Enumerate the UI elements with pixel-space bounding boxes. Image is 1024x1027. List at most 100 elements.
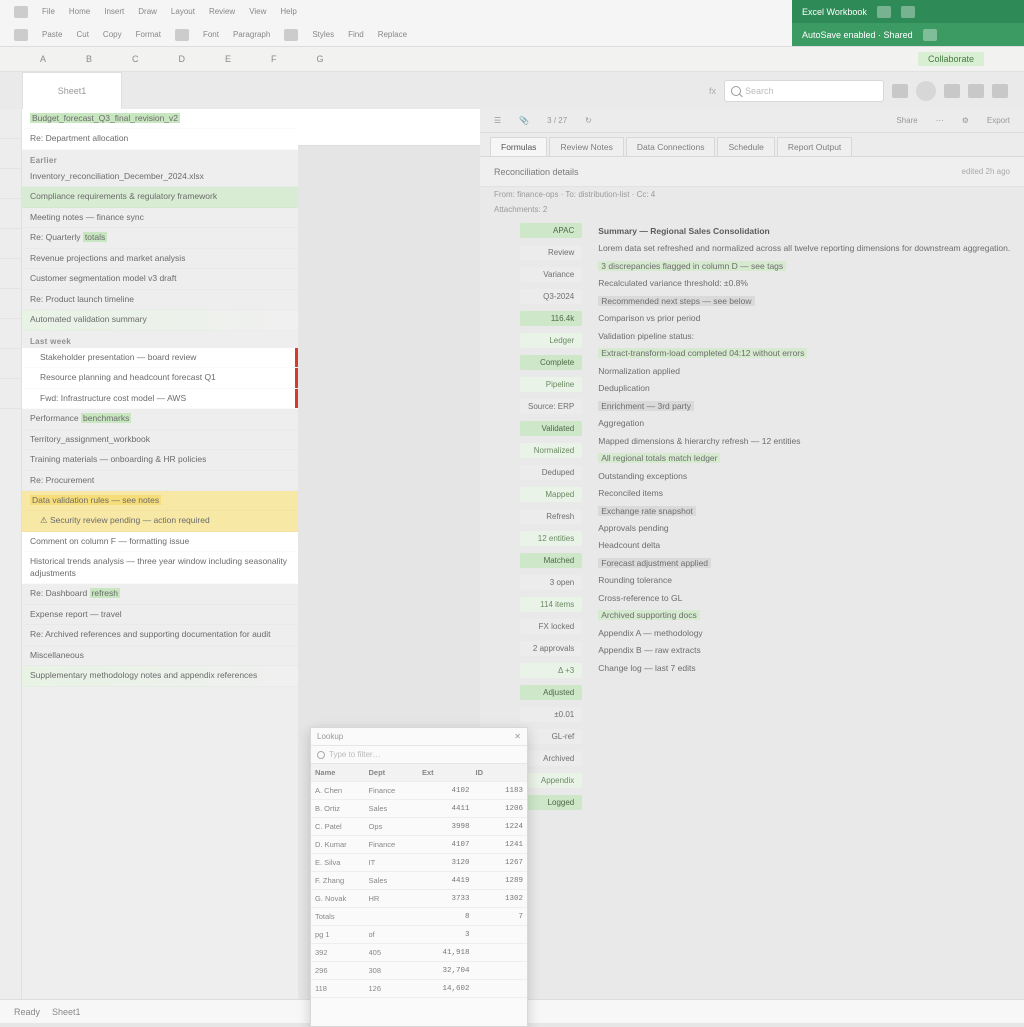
tag-chip[interactable]: Normalized (520, 443, 582, 458)
ribbon-cmd[interactable]: Copy (103, 30, 122, 39)
popup-row[interactable]: G. NovakHR37331302 (311, 890, 527, 908)
list-item[interactable]: Historical trends analysis — three year … (22, 552, 298, 584)
list-item[interactable]: Performance benchmarks (22, 409, 298, 429)
popup-row[interactable]: E. SilvaIT31201267 (311, 854, 527, 872)
col-header[interactable]: A (40, 54, 46, 64)
list-item[interactable]: Re: Archived references and supporting d… (22, 625, 298, 645)
tag-chip[interactable]: Appendix (520, 773, 582, 788)
close-icon[interactable]: ✕ (514, 732, 521, 741)
list-item[interactable]: Territory_assignment_workbook (22, 430, 298, 450)
detail-tab[interactable]: Report Output (777, 137, 852, 156)
popup-row[interactable]: B. OrtizSales44111206 (311, 800, 527, 818)
tag-chip[interactable]: Pipeline (520, 377, 582, 392)
ribbon-tab[interactable]: Help (280, 7, 296, 16)
list-item[interactable]: Data validation rules — see notes (22, 491, 298, 511)
ribbon-cmd[interactable]: Paragraph (233, 30, 270, 39)
list-item[interactable]: Inventory_reconciliation_December_2024.x… (22, 167, 298, 187)
detail-tab[interactable]: Data Connections (626, 137, 716, 156)
tag-chip[interactable]: Complete (520, 355, 582, 370)
sheet-tab[interactable]: Sheet1 (22, 72, 122, 109)
popup-row[interactable]: Totals87 (311, 908, 527, 926)
ribbon-tab[interactable]: Review (209, 7, 235, 16)
detail-tab[interactable]: Formulas (490, 137, 547, 156)
list-item[interactable]: Budget_forecast_Q3_final_revision_v2 (22, 109, 298, 129)
ribbon-cmd[interactable]: Styles (312, 30, 334, 39)
collaborate-tab[interactable]: Collaborate (918, 52, 984, 66)
popup-row[interactable]: C. PatelOps39981224 (311, 818, 527, 836)
list-item[interactable]: Supplementary methodology notes and appe… (22, 666, 298, 686)
share-button[interactable]: Share (896, 116, 917, 125)
ribbon-tab[interactable]: Draw (138, 7, 157, 16)
tag-chip[interactable]: 114 items (520, 597, 582, 612)
popup-row[interactable]: pg 1of3 (311, 926, 527, 944)
settings-icon[interactable] (968, 84, 984, 98)
styles-icon[interactable] (284, 29, 298, 41)
list-item[interactable]: Meeting notes — finance sync (22, 208, 298, 228)
autosave-icon[interactable] (877, 6, 891, 18)
list-item[interactable]: Re: Quarterly totals (22, 228, 298, 248)
tag-chip[interactable]: Matched (520, 553, 582, 568)
tag-chip[interactable]: 116.4k (520, 311, 582, 326)
list-item[interactable]: Compliance requirements & regulatory fra… (22, 187, 298, 207)
refresh-icon[interactable]: ↻ (585, 116, 592, 125)
list-item[interactable]: Re: Department allocation (22, 129, 298, 149)
tag-chip[interactable]: Archived (520, 751, 582, 766)
popup-header-cell[interactable]: Dept (369, 768, 417, 777)
tag-chip[interactable]: APAC (520, 223, 582, 238)
list-item[interactable]: Resource planning and headcount forecast… (22, 368, 298, 388)
ribbon-cmd[interactable]: Cut (76, 30, 88, 39)
list-item[interactable]: Re: Procurement (22, 471, 298, 491)
avatar[interactable] (916, 81, 936, 101)
paste-icon[interactable] (14, 29, 28, 41)
list-item[interactable]: Miscellaneous (22, 646, 298, 666)
popup-row[interactable]: 39240541,918 (311, 944, 527, 962)
list-item[interactable]: Re: Dashboard refresh (22, 584, 298, 604)
list-item[interactable]: Revenue projections and market analysis (22, 249, 298, 269)
list-item[interactable]: Comment on column F — formatting issue (22, 532, 298, 552)
ribbon-tab[interactable]: Home (69, 7, 90, 16)
popup-row[interactable]: D. KumarFinance41071241 (311, 836, 527, 854)
list-item[interactable]: Training materials — onboarding & HR pol… (22, 450, 298, 470)
sync-icon[interactable] (923, 29, 937, 41)
ribbon-tab[interactable]: File (42, 7, 55, 16)
tag-chip[interactable]: Δ +3 (520, 663, 582, 678)
attachment-icon[interactable]: 📎 (519, 116, 529, 125)
tag-chip[interactable]: Validated (520, 421, 582, 436)
tag-chip[interactable]: FX locked (520, 619, 582, 634)
tag-chip[interactable]: Deduped (520, 465, 582, 480)
lookup-popup[interactable]: Lookup ✕ Type to filter… NameDeptExtIDA.… (310, 727, 528, 1027)
search-input[interactable]: Search (724, 80, 884, 102)
export-button[interactable]: Export (987, 116, 1010, 125)
ribbon-cmd[interactable]: Paste (42, 30, 62, 39)
list-item[interactable]: Customer segmentation model v3 draft (22, 269, 298, 289)
detail-tab[interactable]: Review Notes (549, 137, 623, 156)
ribbon-cmd[interactable]: Format (136, 30, 161, 39)
share-icon[interactable] (901, 6, 915, 18)
menu-icon[interactable]: ☰ (494, 116, 501, 125)
tag-chip[interactable]: Variance (520, 267, 582, 282)
col-header[interactable]: E (225, 54, 231, 64)
popup-row[interactable]: 11812614,602 (311, 980, 527, 998)
tag-chip[interactable]: 12 entities (520, 531, 582, 546)
gear-icon[interactable]: ⚙ (962, 116, 969, 125)
tag-chip[interactable]: Ledger (520, 333, 582, 348)
popup-header-cell[interactable]: Name (315, 768, 363, 777)
col-header[interactable]: F (271, 54, 277, 64)
ribbon-tab[interactable]: View (249, 7, 266, 16)
ribbon-tab[interactable]: Insert (104, 7, 124, 16)
help-icon[interactable] (992, 84, 1008, 98)
popup-header-cell[interactable]: ID (476, 768, 524, 777)
popup-search-input[interactable]: Type to filter… (329, 750, 381, 759)
tag-chip[interactable]: 2 approvals (520, 641, 582, 656)
tag-chip[interactable]: Logged (520, 795, 582, 810)
tag-chip[interactable]: Mapped (520, 487, 582, 502)
tag-chip[interactable]: Review (520, 245, 582, 260)
ribbon-cmd[interactable]: Replace (378, 30, 407, 39)
popup-row[interactable]: F. ZhangSales44191289 (311, 872, 527, 890)
popup-header-cell[interactable]: Ext (422, 768, 470, 777)
list-item[interactable]: Expense report — travel (22, 605, 298, 625)
notifications-icon[interactable] (944, 84, 960, 98)
ribbon-cmd[interactable]: Font (203, 30, 219, 39)
popup-row[interactable]: A. ChenFinance41021183 (311, 782, 527, 800)
tag-chip[interactable]: Refresh (520, 509, 582, 524)
